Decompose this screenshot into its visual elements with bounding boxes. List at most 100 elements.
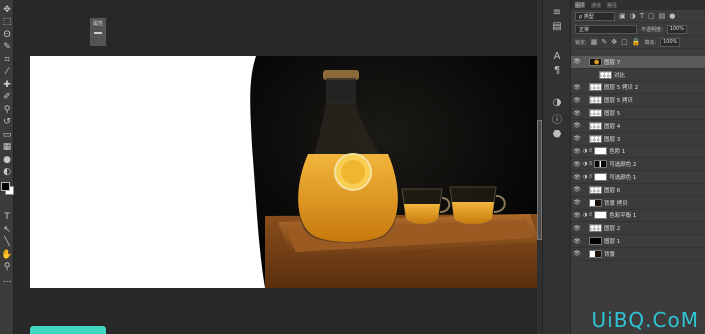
filter-shape-icon[interactable]: ▢ [648, 12, 655, 20]
layer-thumbnail[interactable] [589, 134, 602, 143]
visibility-eye-icon[interactable]: 👁 [571, 148, 583, 155]
visibility-eye-icon[interactable]: 👁 [571, 110, 583, 117]
layer-thumbnail[interactable] [589, 109, 602, 118]
layer-thumbnail[interactable] [589, 96, 602, 105]
panel-menu-icon[interactable]: ▤ [551, 20, 563, 32]
move-icon[interactable]: ✥ [1, 4, 13, 16]
mask-link-icon[interactable]: 8 [589, 174, 592, 180]
visibility-eye-icon[interactable]: 👁 [571, 97, 583, 104]
layer-name[interactable]: 图层 5 [604, 109, 620, 117]
layer-name[interactable]: 图层 4 [604, 122, 620, 130]
layer-row[interactable]: 👁 ◑ 8 色彩平衡 1 [571, 210, 705, 223]
visibility-eye-icon[interactable]: 👁 [571, 122, 583, 129]
lock-paint-icon[interactable]: ✎ [601, 38, 607, 46]
opacity-field[interactable]: 100% [666, 24, 687, 34]
layer-name[interactable]: 图层 6 [604, 186, 620, 194]
layer-thumbnail[interactable] [589, 83, 602, 92]
layer-name[interactable]: 图层 5 拷贝 2 [604, 83, 638, 91]
visibility-eye-icon[interactable]: 👁 [571, 199, 583, 206]
quick-select-icon[interactable]: ✎ [1, 42, 13, 54]
layer-row[interactable]: 👁 对比 [571, 69, 705, 82]
healing-icon[interactable]: ✚ [1, 79, 13, 91]
layer-thumbnail[interactable] [589, 185, 602, 194]
layer-thumbnail[interactable] [589, 57, 602, 66]
visibility-eye-icon[interactable]: 👁 [571, 84, 583, 91]
layer-thumbnail[interactable] [589, 224, 602, 233]
layer-thumbnail[interactable] [594, 147, 608, 156]
layer-row[interactable]: 👁 图层 3 [571, 133, 705, 146]
layer-row[interactable]: 👁 图层 2 [571, 222, 705, 236]
filter-smart-icon[interactable]: ▤ [659, 12, 666, 20]
visibility-eye-icon[interactable]: 👁 [571, 71, 583, 78]
layer-thumbnail[interactable] [589, 198, 602, 207]
layer-thumbnail[interactable] [589, 237, 602, 246]
layer-name[interactable]: 图层 5 拷贝 [604, 96, 633, 104]
type-icon[interactable]: T [1, 212, 13, 224]
path-select-icon[interactable]: ↖ [1, 224, 13, 236]
lock-all-icon[interactable]: 🔒 [632, 38, 641, 46]
layer-name[interactable]: 背景 [604, 250, 615, 258]
blend-mode-select[interactable]: 正常 [575, 24, 637, 34]
foreground-color-swatch[interactable] [1, 182, 10, 191]
visibility-eye-icon[interactable]: 👁 [571, 186, 583, 193]
layer-name[interactable]: 图层 1 [604, 237, 620, 245]
layer-row[interactable]: 👁 ◑ 8 色阶 1 [571, 146, 705, 159]
filter-pixel-icon[interactable]: ▣ [619, 12, 626, 20]
filter-toggle-icon[interactable]: ● [669, 12, 675, 20]
layer-row[interactable]: 👁 图层 4 [571, 120, 705, 133]
adjustments-icon[interactable]: ◑ [551, 96, 563, 108]
visibility-eye-icon[interactable]: 👁 [571, 161, 583, 168]
mask-link-icon[interactable]: 8 [589, 161, 592, 167]
layer-name[interactable]: 图层 7 [604, 58, 620, 66]
mask-link-icon[interactable]: 8 [589, 148, 592, 154]
layer-thumbnail[interactable] [594, 160, 608, 169]
eraser-icon[interactable]: ▭ [1, 129, 13, 141]
tab-channels[interactable]: 通道 [591, 2, 601, 9]
blur-icon[interactable]: ● [1, 154, 13, 166]
character-icon[interactable]: A [551, 50, 563, 62]
crop-icon[interactable]: ⌗ [1, 54, 13, 66]
layer-row[interactable]: 👁 图层 5 拷贝 2 [571, 82, 705, 95]
lasso-icon[interactable]: ʘ [1, 29, 13, 41]
layer-name[interactable]: 可选颜色 1 [609, 173, 636, 181]
history-icon[interactable]: ≡ [551, 6, 563, 18]
layer-row[interactable]: 👁 背景 拷贝 [571, 197, 705, 210]
tab-layers[interactable]: 图层 [575, 2, 585, 9]
layer-row[interactable]: 👁 图层 6 [571, 184, 705, 197]
layer-name[interactable]: 图层 3 [604, 135, 620, 143]
shape-icon[interactable]: ╲ [1, 237, 13, 249]
layer-name[interactable]: 图层 2 [604, 224, 620, 232]
layer-name[interactable]: 对比 [614, 71, 625, 79]
layer-name[interactable]: 色彩平衡 1 [609, 211, 636, 219]
history-brush-icon[interactable]: ↺ [1, 117, 13, 129]
filter-adjust-icon[interactable]: ◑ [630, 12, 636, 20]
zoom-icon[interactable]: ⚲ [1, 262, 13, 274]
brush-icon[interactable]: ✐ [1, 92, 13, 104]
lock-position-icon[interactable]: ✥ [611, 38, 617, 46]
layer-thumbnail[interactable] [589, 249, 602, 258]
visibility-eye-icon[interactable]: 👁 [571, 212, 583, 219]
dodge-icon[interactable]: ◐ [1, 167, 13, 179]
marquee-icon[interactable]: ⬚ [1, 17, 13, 29]
layer-row[interactable]: 👁 图层 1 [571, 235, 705, 248]
lock-artboard-icon[interactable]: ▢ [621, 38, 628, 46]
lock-pixels-icon[interactable]: ▦ [591, 38, 598, 46]
visibility-eye-icon[interactable]: 👁 [571, 174, 583, 181]
layer-thumbnail[interactable] [594, 173, 608, 182]
styles-icon[interactable]: ⬣ [551, 128, 563, 140]
visibility-eye-icon[interactable]: 👁 [571, 238, 583, 245]
more-tools-icon[interactable]: … [1, 274, 13, 286]
paragraph-icon[interactable]: ¶ [551, 64, 563, 76]
eyedropper-icon[interactable]: ⁄ [1, 67, 13, 79]
layer-row[interactable]: 👁 背景 [571, 248, 705, 261]
gradient-icon[interactable]: ▦ [1, 142, 13, 154]
layer-thumbnail[interactable] [589, 121, 602, 130]
layer-name[interactable]: 色阶 1 [609, 147, 625, 155]
visibility-eye-icon[interactable]: 👁 [571, 135, 583, 142]
document-canvas[interactable] [30, 56, 542, 288]
info-icon[interactable]: ⓘ [551, 112, 563, 126]
filter-type-icon[interactable]: T [640, 12, 644, 20]
mask-link-icon[interactable]: 8 [589, 212, 592, 218]
properties-mini-panel[interactable]: 属性 [89, 17, 107, 47]
layer-thumbnail[interactable] [599, 70, 612, 79]
